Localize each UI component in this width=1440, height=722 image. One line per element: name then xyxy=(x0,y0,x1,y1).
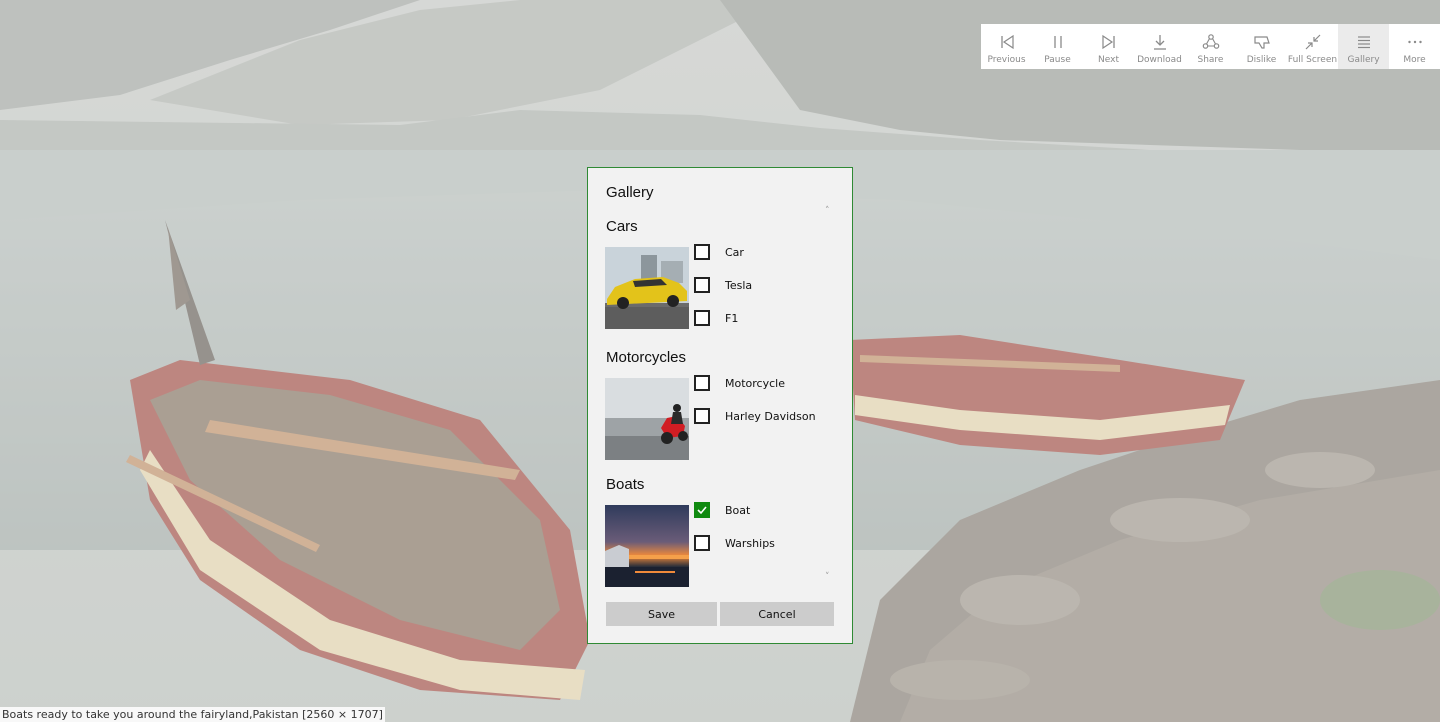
gallery-dialog: Gallery ˄ Cars Car Tesla F1 Motorcycles … xyxy=(587,167,853,644)
motorcycles-thumbnail xyxy=(605,378,689,460)
option-tesla-label: Tesla xyxy=(725,278,753,292)
download-icon xyxy=(1153,35,1166,50)
option-motorcycle[interactable]: Motorcycle xyxy=(694,374,785,392)
option-f1[interactable]: F1 xyxy=(694,309,738,327)
next-button[interactable]: Next xyxy=(1083,24,1134,69)
cars-thumbnail xyxy=(605,247,689,329)
checkbox-car[interactable] xyxy=(694,244,710,260)
boats-thumbnail xyxy=(605,505,689,587)
option-boat-label: Boat xyxy=(725,503,751,517)
gallery-icon xyxy=(1357,36,1370,49)
scroll-up-arrow[interactable]: ˄ xyxy=(825,206,830,216)
dislike-button[interactable]: Dislike xyxy=(1236,24,1287,69)
option-harley-davidson[interactable]: Harley Davidson xyxy=(694,407,816,425)
share-label: Share xyxy=(1197,55,1224,65)
previous-button[interactable]: Previous xyxy=(981,24,1032,69)
previous-label: Previous xyxy=(987,55,1026,65)
dialog-title: Gallery xyxy=(606,184,654,201)
dislike-icon xyxy=(1253,36,1270,49)
previous-icon xyxy=(1000,34,1014,50)
more-label: More xyxy=(1403,55,1426,65)
save-button[interactable]: Save xyxy=(606,602,717,626)
checkbox-boat[interactable] xyxy=(694,502,710,518)
pause-icon xyxy=(1053,36,1062,48)
option-warships[interactable]: Warships xyxy=(694,534,775,552)
scroll-down-arrow[interactable]: ˅ xyxy=(825,572,830,582)
download-button[interactable]: Download xyxy=(1134,24,1185,69)
option-motorcycle-label: Motorcycle xyxy=(725,376,785,390)
checkbox-tesla[interactable] xyxy=(694,277,710,293)
pause-label: Pause xyxy=(1044,55,1071,65)
next-label: Next xyxy=(1098,55,1119,65)
checkbox-motorcycle[interactable] xyxy=(694,375,710,391)
option-tesla[interactable]: Tesla xyxy=(694,276,752,294)
viewer-toolbar: Previous Pause Next Download Share Disli… xyxy=(981,24,1440,69)
share-button[interactable]: Share xyxy=(1185,24,1236,69)
section-title-cars: Cars xyxy=(606,218,638,235)
cancel-button[interactable]: Cancel xyxy=(720,602,834,626)
full-screen-button[interactable]: Full Screen xyxy=(1287,24,1338,69)
more-icon xyxy=(1407,40,1422,44)
download-label: Download xyxy=(1137,55,1182,65)
option-car-label: Car xyxy=(725,245,744,259)
option-boat[interactable]: Boat xyxy=(694,501,750,519)
checkbox-f1[interactable] xyxy=(694,310,710,326)
section-title-boats: Boats xyxy=(606,476,645,493)
screen: Previous Pause Next Download Share Disli… xyxy=(0,0,1440,722)
option-car[interactable]: Car xyxy=(694,243,744,261)
full-screen-icon xyxy=(1305,34,1320,50)
full-screen-label: Full Screen xyxy=(1287,55,1338,65)
option-harley-davidson-label: Harley Davidson xyxy=(725,409,816,423)
section-title-motorcycles: Motorcycles xyxy=(606,349,687,366)
share-icon xyxy=(1202,34,1219,49)
option-warships-label: Warships xyxy=(725,536,775,550)
pause-button[interactable]: Pause xyxy=(1032,24,1083,69)
checkbox-harley-davidson[interactable] xyxy=(694,408,710,424)
gallery-button[interactable]: Gallery xyxy=(1338,24,1389,69)
checkbox-warships[interactable] xyxy=(694,535,710,551)
gallery-label: Gallery xyxy=(1347,55,1380,65)
more-button[interactable]: More xyxy=(1389,24,1440,69)
next-icon xyxy=(1101,34,1115,50)
image-caption: Boats ready to take you around the fairy… xyxy=(0,707,385,722)
dislike-label: Dislike xyxy=(1246,55,1277,65)
option-f1-label: F1 xyxy=(725,311,739,325)
